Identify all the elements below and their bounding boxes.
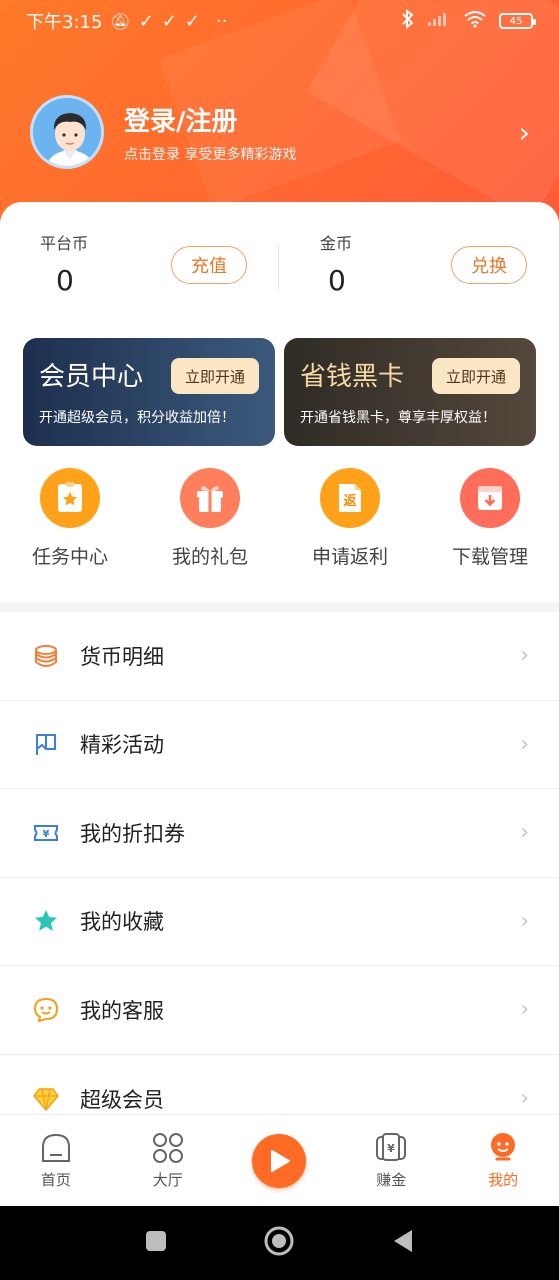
gold-coin-block: 金币 0 [320, 230, 352, 297]
menu-item-label: 货币明细 [80, 644, 164, 669]
profile-face-icon [488, 1131, 518, 1165]
recharge-button[interactable]: 充值 [171, 246, 247, 284]
chevron-right-icon: › [520, 643, 529, 669]
menu-item-label: 精彩活动 [80, 733, 164, 758]
avatar[interactable] [30, 95, 104, 169]
check-icon: ✓ [138, 10, 154, 32]
quick-action-rebate[interactable]: 返 申请返利 [280, 468, 420, 569]
wallet-card: 平台币 0 充值 金币 0 兑换 会员中心 开通超级会员，积分收益加倍！ 立即开… [0, 202, 559, 602]
vip-open-button[interactable]: 立即开通 [171, 358, 259, 394]
tab-label: 我的 [488, 1171, 519, 1189]
menu-item-activities[interactable]: 精彩活动 › [0, 701, 559, 789]
menu-item-label: 超级会员 [80, 1087, 164, 1112]
wifi-icon [463, 10, 487, 33]
tab-earn[interactable]: ¥ 赚金 [335, 1115, 447, 1206]
svg-text:¥: ¥ [43, 829, 50, 840]
play-icon [252, 1133, 307, 1188]
tab-label: 大厅 [152, 1171, 183, 1189]
menu-item-coupons[interactable]: ¥ 我的折扣券 › [0, 789, 559, 878]
home-button[interactable] [263, 1225, 295, 1261]
status-time: 下午3:15 [26, 12, 103, 33]
quick-actions: 任务中心 我的礼包 返 申请返利 下载管理 [0, 468, 559, 578]
vip-center-card[interactable]: 会员中心 开通超级会员，积分收益加倍！ 立即开通 [23, 338, 275, 446]
quick-action-download[interactable]: 下载管理 [420, 468, 559, 569]
recent-apps-button[interactable] [144, 1229, 168, 1257]
chevron-right-icon: › [520, 731, 529, 757]
quick-action-gift[interactable]: 我的礼包 [140, 468, 280, 569]
login-register-title[interactable]: 登录/注册 [124, 101, 296, 138]
chevron-right-icon: › [520, 1086, 529, 1112]
money-card-icon: ¥ [375, 1131, 407, 1165]
chevron-right-icon: › [520, 820, 529, 846]
menu-item-currency-detail[interactable]: 货币明细 › [0, 612, 559, 701]
status-bar: 下午3:15 🔕︎ ✓ ✓ ✓ ·· 45 [0, 0, 559, 42]
quick-action-task-center[interactable]: 任务中心 [0, 468, 140, 569]
gift-icon [180, 468, 240, 528]
menu-item-customer-service[interactable]: 我的客服 › [0, 966, 559, 1055]
login-profile-row[interactable]: 登录/注册 点击登录 享受更多精彩游戏 › [30, 92, 530, 172]
menu-item-label: 我的客服 [80, 998, 164, 1023]
mute-icon: 🔕︎ [110, 11, 131, 31]
black-card-subtitle: 开通省钱黑卡，尊享丰厚权益！ [300, 410, 496, 426]
chevron-right-icon: › [520, 908, 529, 934]
check-icon: ✓ [184, 10, 201, 32]
tab-play[interactable] [224, 1115, 336, 1206]
task-star-icon [40, 468, 100, 528]
star-icon [32, 907, 60, 935]
diamond-icon [32, 1085, 60, 1113]
chat-smile-icon [32, 996, 60, 1024]
home-icon [40, 1131, 72, 1165]
grid-icon [152, 1131, 184, 1165]
tab-home[interactable]: 首页 [0, 1115, 112, 1206]
quick-action-label: 我的礼包 [171, 546, 248, 568]
chevron-right-icon: › [520, 997, 529, 1023]
tab-label: 首页 [40, 1171, 71, 1189]
svg-text:返: 返 [343, 494, 356, 509]
exchange-button[interactable]: 兑换 [451, 246, 527, 284]
menu-list: 货币明细 › 精彩活动 › ¥ 我的折扣券 › 我的收藏 › 我的客服 › 超级… [0, 612, 559, 1143]
tab-mine[interactable]: 我的 [447, 1115, 559, 1206]
vip-center-subtitle: 开通超级会员，积分收益加倍！ [39, 410, 235, 426]
chevron-right-icon[interactable]: › [519, 116, 530, 149]
bottom-tab-bar: 首页 大厅 ¥ 赚金 我的 [0, 1114, 559, 1206]
back-button[interactable] [390, 1227, 416, 1259]
svg-text:¥: ¥ [387, 1142, 395, 1155]
platform-coin-value: 0 [56, 264, 74, 297]
black-card-card[interactable]: 省钱黑卡 开通省钱黑卡，尊享丰厚权益！ 立即开通 [284, 338, 536, 446]
menu-item-label: 我的折扣券 [80, 821, 185, 846]
flag-icon [32, 730, 60, 758]
quick-action-label: 申请返利 [311, 546, 388, 568]
tab-hall[interactable]: 大厅 [112, 1115, 224, 1206]
platform-coin-label: 平台币 [40, 234, 89, 253]
currency-row: 平台币 0 充值 金币 0 兑换 [0, 230, 559, 310]
gold-coin-label: 金币 [320, 234, 353, 253]
menu-item-favorites[interactable]: 我的收藏 › [0, 878, 559, 966]
bluetooth-icon [401, 8, 415, 34]
tab-label: 赚金 [376, 1171, 407, 1189]
quick-action-label: 下载管理 [451, 546, 528, 568]
divider [278, 244, 279, 290]
rebate-doc-icon: 返 [320, 468, 380, 528]
signal-icon [427, 11, 451, 32]
login-subtitle: 点击登录 享受更多精彩游戏 [124, 146, 297, 163]
more-dots-icon: ·· [216, 10, 228, 32]
system-nav-bar [0, 1206, 559, 1280]
black-card-open-button[interactable]: 立即开通 [432, 358, 520, 394]
coupon-icon: ¥ [32, 819, 60, 847]
menu-item-label: 我的收藏 [80, 910, 164, 935]
gold-coin-value: 0 [328, 264, 346, 297]
quick-action-label: 任务中心 [31, 546, 108, 568]
check-icon: ✓ [161, 10, 177, 32]
platform-coin-block: 平台币 0 [40, 230, 88, 297]
battery-icon: 45 [499, 13, 536, 29]
download-icon [460, 468, 520, 528]
coins-stack-icon [32, 642, 60, 670]
